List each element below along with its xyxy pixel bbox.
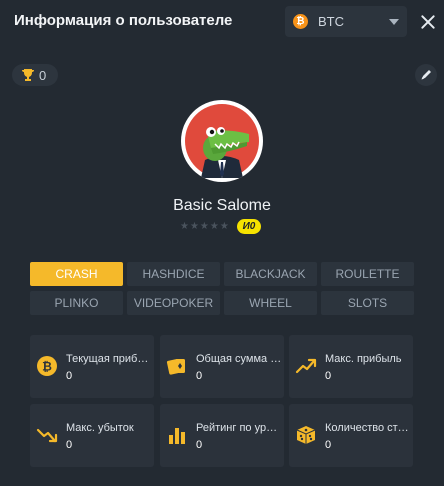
stat-card-max-loss: Макс. убыток 0 xyxy=(30,404,154,467)
bitcoin-icon: ₿ xyxy=(293,14,308,29)
pencil-icon xyxy=(421,70,431,80)
currency-select[interactable]: ₿ BTC xyxy=(285,6,407,37)
dice-icon xyxy=(296,426,316,444)
chevron-down-icon xyxy=(389,19,399,25)
cards-icon xyxy=(166,359,185,375)
stat-value: 0 xyxy=(66,370,73,382)
stat-card-rating: Рейтинг по уро… 0 xyxy=(160,404,284,467)
rating-stars: ★★★★★ xyxy=(180,221,230,232)
avatar xyxy=(181,100,263,182)
level-badge: И0 xyxy=(237,219,261,234)
tab-wheel[interactable]: WHEEL xyxy=(224,291,317,315)
stat-card-total-wagered: Общая сумма … 0 xyxy=(160,335,284,398)
stat-label: Общая сумма … xyxy=(196,353,282,365)
stat-value: 0 xyxy=(196,439,203,451)
tab-roulette[interactable]: ROULETTE xyxy=(321,262,414,286)
trophy-icon xyxy=(22,69,34,81)
stat-card-current-profit: ₿ Текущая приб… 0 xyxy=(30,335,154,398)
currency-label: BTC xyxy=(318,14,344,29)
bar-chart-icon xyxy=(169,428,185,444)
header: Информация о пользователе ₿ BTC xyxy=(0,0,444,44)
username: Basic Salome xyxy=(173,197,271,214)
trend-down-icon xyxy=(36,428,58,443)
stat-card-bet-count: Количество ст… 0 xyxy=(289,404,413,467)
trend-up-icon xyxy=(295,358,317,374)
stat-value: 0 xyxy=(325,370,332,382)
stat-value: 0 xyxy=(196,370,203,382)
page-title: Информация о пользователе xyxy=(14,12,233,29)
stat-value: 0 xyxy=(66,439,73,451)
tab-blackjack[interactable]: BLACKJACK xyxy=(224,262,317,286)
tab-crash[interactable]: CRASH xyxy=(30,262,123,286)
stat-label: Количество ст… xyxy=(325,422,409,434)
svg-text:₿: ₿ xyxy=(42,360,52,374)
tab-plinko[interactable]: PLINKO xyxy=(30,291,123,315)
trophy-badge[interactable]: 0 xyxy=(12,64,58,86)
stat-label: Макс. прибыль xyxy=(325,353,402,365)
edit-button[interactable] xyxy=(415,64,437,86)
tab-videopoker[interactable]: VIDEOPOKER xyxy=(127,291,220,315)
stat-label: Рейтинг по уро… xyxy=(196,422,282,434)
game-tabs: CRASH HASHDICE BLACKJACK ROULETTE PLINKO… xyxy=(30,262,414,316)
tab-hashdice[interactable]: HASHDICE xyxy=(127,262,220,286)
close-icon[interactable] xyxy=(418,12,438,32)
stat-label: Макс. убыток xyxy=(66,422,134,434)
stat-value: 0 xyxy=(325,439,332,451)
crocodile-avatar-icon xyxy=(185,104,259,178)
tab-slots[interactable]: SLOTS xyxy=(321,291,414,315)
bitcoin-icon: ₿ xyxy=(37,356,57,376)
trophy-count: 0 xyxy=(39,68,47,83)
stat-card-max-profit: Макс. прибыль 0 xyxy=(289,335,413,398)
stat-label: Текущая приб… xyxy=(66,353,149,365)
